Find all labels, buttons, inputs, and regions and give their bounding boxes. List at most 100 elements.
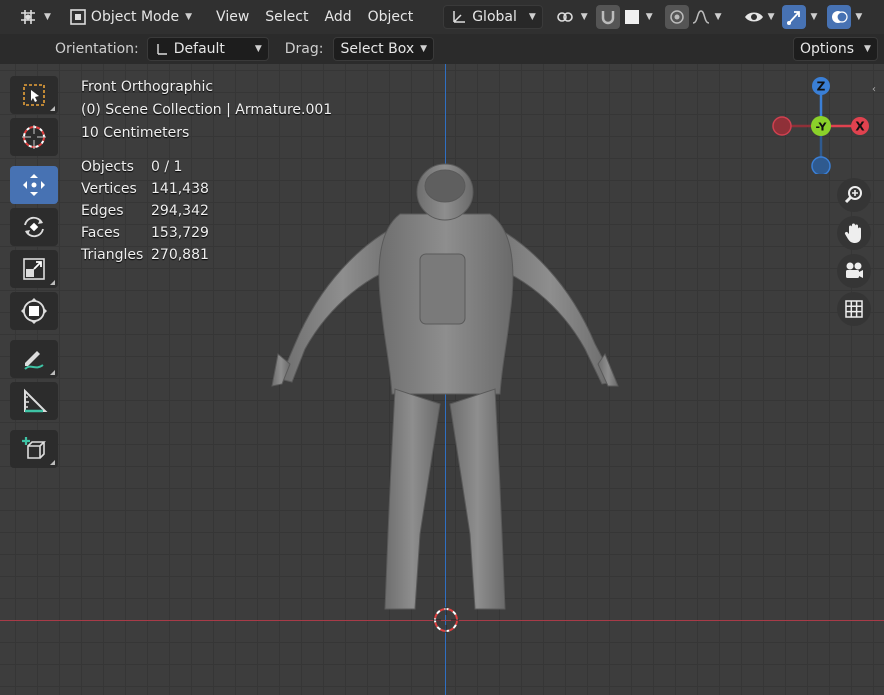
x-axis-label: X [855,120,865,134]
snap-square-icon [624,10,639,24]
scene-statistics: Objects 0 / 1 Vertices 141,438 Edges 294,34… [81,156,209,266]
expand-corner-icon [50,106,55,111]
zoom-button[interactable] [837,178,871,212]
proportional-circle-icon [669,10,684,24]
chevron-down-icon: ▼ [864,44,871,54]
tool-shelf [10,76,60,472]
chevron-down-icon[interactable]: ▼ [768,12,775,22]
snap-target-button[interactable] [620,5,644,29]
scale-icon [23,258,45,280]
tool-select-box[interactable] [10,76,58,114]
expand-corner-icon [50,280,55,285]
falloff-button[interactable] [689,5,713,29]
tool-measure[interactable] [10,382,58,420]
chevron-down-icon: ▼ [185,12,193,22]
stat-row: Faces 153,729 [81,225,209,241]
tool-add-cube[interactable] [10,430,58,468]
tool-transform[interactable] [10,292,58,330]
tool-move[interactable] [10,166,58,204]
viewport-header: ▼ Object Mode ▼ View Select Add Object G… [0,0,884,34]
menu-select[interactable]: Select [257,5,316,29]
camera-icon [846,262,863,278]
chevron-down-icon[interactable]: ▼ [855,12,862,22]
expand-corner-icon [50,370,55,375]
drag-dropdown[interactable]: Select Box ▼ [333,37,435,61]
stat-row: Objects 0 / 1 [81,159,183,175]
mode-label: Object Mode [90,9,180,25]
menu-view[interactable]: View [208,5,257,29]
menu-add[interactable]: Add [316,5,359,29]
editor-type-icon [21,10,35,24]
expand-corner-icon [50,460,55,465]
chevron-down-icon: ▼ [580,12,588,22]
chevron-down-icon: ▼ [44,12,51,22]
grid-icon [845,300,863,318]
view-name: Front Orthographic [81,79,214,95]
tool-settings-bar: Orientation: Default ▼ Drag: Select Box … [0,34,884,64]
navigation-gizmo[interactable]: Z X -Y [770,74,870,174]
annotate-icon [24,351,44,370]
grid-scale: 10 Centimeters [81,125,190,141]
orientation-axes-icon [453,11,466,23]
select-box-icon [23,84,45,106]
editor-type-button[interactable]: ▼ [12,5,57,29]
chevron-down-icon: ▼ [420,44,428,54]
hand-icon [844,223,861,243]
y-axis-label: -Y [816,121,828,134]
drag-field-label: Drag: [284,41,324,57]
snap-toggle[interactable] [595,5,620,29]
orientation-dropdown[interactable]: Default ▼ [146,37,269,61]
sidebar-toggle-arrow[interactable]: ‹ [872,84,876,95]
collection-name: (0) Scene Collection | Armature.001 [81,102,333,118]
projection-toggle-button[interactable] [837,292,871,326]
chevron-down-icon[interactable]: ▼ [810,12,817,22]
orientation-label: Global [472,9,517,25]
camera-view-button[interactable] [837,254,871,288]
overlays-toggle[interactable] [827,5,852,29]
chevron-down-icon[interactable]: ▼ [715,12,722,22]
viewport-info: Front Orthographic (0) Scene Collection … [81,76,332,145]
pivot-point-button[interactable]: ▼ [549,5,594,29]
z-axis-label: Z [817,80,826,94]
cursor-icon [22,125,46,149]
move-icon [23,174,45,196]
3d-viewport[interactable]: Front Orthographic (0) Scene Collection … [0,64,884,695]
visibility-button[interactable] [742,5,766,29]
gizmo-toggle[interactable] [782,5,807,29]
magnet-icon [601,11,614,25]
transform-orientation-dropdown[interactable]: Global ▼ [443,5,543,29]
options-label: Options [800,41,855,57]
falloff-curve-icon [692,10,709,24]
zoom-icon [844,186,862,204]
neg-x-axis-handle[interactable] [772,116,792,136]
tool-cursor[interactable] [10,118,58,156]
chevron-down-icon: ▼ [254,44,262,54]
stat-row: Vertices 141,438 [81,181,209,197]
measure-icon [24,388,48,413]
transform-icon [21,298,47,324]
stat-row: Triangles 270,881 [81,247,209,263]
neg-z-axis-handle[interactable] [811,156,831,174]
orientation-axes-icon [157,44,167,55]
menu-object[interactable]: Object [360,5,422,29]
pivot-link-icon [556,12,573,22]
add-cube-icon [22,437,46,459]
rotate-icon [24,216,44,238]
mode-dropdown[interactable]: Object Mode ▼ [63,5,198,29]
orientation-value: Default [173,41,225,57]
pan-button[interactable] [837,216,871,250]
eye-icon [744,12,763,22]
orientation-field-label: Orientation: [55,41,139,57]
tool-rotate[interactable] [10,208,58,246]
3d-cursor-icon[interactable] [431,605,461,635]
proportional-editing-toggle[interactable] [664,5,689,29]
chevron-down-icon[interactable]: ▼ [646,12,653,22]
tool-scale[interactable] [10,250,58,288]
drag-value: Select Box [340,41,415,57]
stat-row: Edges 294,342 [81,203,209,219]
gizmo-arrow-icon [787,11,801,25]
object-mode-icon [70,9,86,25]
options-dropdown[interactable]: Options ▼ [793,37,878,61]
chevron-down-icon: ▼ [528,12,536,22]
tool-annotate[interactable] [10,340,58,378]
